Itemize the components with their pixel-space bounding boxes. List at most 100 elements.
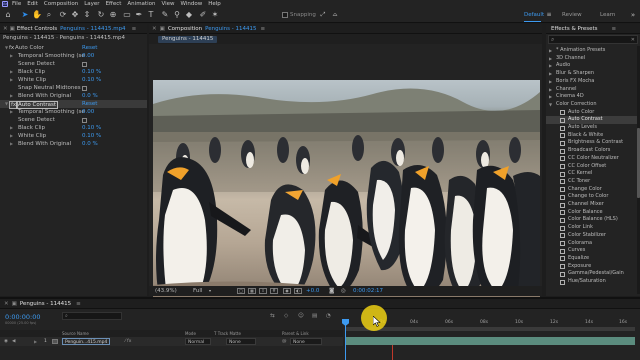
- shy-layers-icon[interactable]: ☺: [298, 313, 304, 319]
- scene-detect-checkbox[interactable]: [82, 61, 87, 67]
- motion-blur-icon[interactable]: ◔: [326, 313, 331, 319]
- expand-arrow-icon[interactable]: ▶: [10, 52, 13, 60]
- effect-item[interactable]: Auto Levels: [546, 124, 640, 132]
- property-value[interactable]: 0.00: [82, 108, 94, 116]
- layer-track-matte-dropdown[interactable]: None: [226, 338, 256, 345]
- effect-item[interactable]: Change Color: [546, 186, 640, 194]
- effect-item[interactable]: Auto Contrast: [546, 116, 640, 124]
- region-of-interest-icon[interactable]: ▢: [237, 288, 245, 294]
- snapping-checkbox[interactable]: [282, 12, 288, 18]
- property-value[interactable]: 0.10 %: [82, 76, 101, 84]
- chevron-right-icon[interactable]: ▶: [549, 93, 552, 101]
- effect-item[interactable]: Broadcast Colors: [546, 147, 640, 155]
- chevron-right-icon[interactable]: ▶: [549, 62, 552, 70]
- expand-arrow-icon[interactable]: ▶: [10, 140, 13, 148]
- effect-category[interactable]: ▶ Blur & Sharpen: [546, 70, 640, 78]
- effect-item[interactable]: CC Color Offset: [546, 163, 640, 171]
- panel-menu-icon[interactable]: ≡: [612, 26, 617, 32]
- chevron-right-icon[interactable]: ▶: [549, 55, 552, 63]
- snapshot-icon[interactable]: ◙: [329, 288, 334, 294]
- expand-arrow-icon[interactable]: ▶: [34, 337, 37, 346]
- snap-neutral-checkbox[interactable]: [82, 85, 87, 91]
- workspace-learn[interactable]: Learn: [600, 12, 615, 18]
- effect-item[interactable]: CC Kernel: [546, 170, 640, 178]
- layer-parent-dropdown[interactable]: None: [290, 338, 322, 345]
- frame-blending-icon[interactable]: ▤: [312, 313, 317, 319]
- property-value[interactable]: 0.10 %: [82, 132, 101, 140]
- effect-item[interactable]: Exposure: [546, 263, 640, 271]
- rectangle-tool-icon[interactable]: ▭: [122, 10, 132, 20]
- roto-brush-icon[interactable]: ✐: [198, 10, 208, 20]
- menu-composition[interactable]: Composition: [44, 1, 78, 7]
- show-snapshot-icon[interactable]: ◎: [341, 288, 346, 294]
- visibility-eye-icon[interactable]: ◉: [4, 337, 8, 346]
- layer-mode-dropdown[interactable]: Normal: [185, 338, 211, 345]
- chevron-right-icon[interactable]: ▶: [549, 70, 552, 78]
- effect-item[interactable]: Black & White: [546, 132, 640, 140]
- snap-options-icon[interactable]: ⤢: [318, 10, 328, 20]
- color-management-icon[interactable]: ◐: [294, 288, 302, 294]
- column-parent-link[interactable]: Parent & Link: [282, 330, 309, 337]
- menu-view[interactable]: View: [161, 1, 174, 7]
- panel-menu-icon[interactable]: ≡: [261, 26, 266, 32]
- effect-item[interactable]: CC Toner: [546, 178, 640, 186]
- menu-effect[interactable]: Effect: [106, 1, 122, 7]
- expand-arrow-icon[interactable]: ▶: [10, 108, 13, 116]
- workspace-menu-icon[interactable]: ≡: [544, 10, 554, 20]
- property-value[interactable]: 0.10 %: [82, 68, 101, 76]
- effect-item[interactable]: Gamma/Pedestal/Gain: [546, 270, 640, 278]
- effect-item[interactable]: Curves: [546, 247, 640, 255]
- property-value[interactable]: 0.00: [82, 52, 94, 60]
- pen-tool-icon[interactable]: ✒: [134, 10, 144, 20]
- property-value[interactable]: 0.0 %: [82, 140, 98, 148]
- fx-icon[interactable]: fx: [9, 44, 14, 52]
- exposure-value[interactable]: +0.0: [306, 288, 319, 294]
- timeline-tab[interactable]: ✕ ▣ Penguins - 114415 ≡: [0, 299, 640, 309]
- effect-category[interactable]: ▶ Audio: [546, 62, 640, 70]
- eraser-tool-icon[interactable]: ◆: [184, 10, 194, 20]
- magnification-dropdown[interactable]: (43.9%): [155, 288, 177, 294]
- layer-name[interactable]: Penguin...415.mp4: [62, 338, 111, 345]
- effect-auto-color[interactable]: ▼ fx Auto Color Reset: [0, 44, 147, 52]
- effect-item[interactable]: Channel Mixer: [546, 201, 640, 209]
- effect-controls-tab[interactable]: ✕ ▣ Effect Controls Penguins - 114415.mp…: [0, 24, 147, 34]
- guides-icon[interactable]: #: [270, 288, 278, 294]
- comp-flowchart-icon[interactable]: ⇆: [270, 313, 275, 319]
- pick-whip-icon[interactable]: @: [282, 337, 287, 346]
- menu-file[interactable]: File: [12, 1, 21, 7]
- expand-arrow-icon[interactable]: ▶: [10, 124, 13, 132]
- property-value[interactable]: 0.10 %: [82, 124, 101, 132]
- effect-item[interactable]: CC Color Neutralizer: [546, 155, 640, 163]
- resolution-dropdown[interactable]: Full: [193, 288, 202, 294]
- clear-search-icon[interactable]: ✕: [631, 36, 635, 44]
- column-mode[interactable]: Mode: [185, 330, 196, 337]
- menu-layer[interactable]: Layer: [84, 1, 99, 7]
- menu-help[interactable]: Help: [208, 1, 221, 7]
- close-icon[interactable]: ✕: [4, 301, 9, 307]
- expand-arrow-icon[interactable]: ▶: [10, 68, 13, 76]
- layer-duration-bar[interactable]: [345, 337, 635, 345]
- effect-auto-contrast[interactable]: ▼ fx Auto Contrast Reset: [0, 100, 147, 109]
- chevron-right-icon[interactable]: ▶: [549, 78, 552, 86]
- effect-item[interactable]: Change to Color: [546, 193, 640, 201]
- brush-tool-icon[interactable]: ✎: [160, 10, 170, 20]
- current-timecode[interactable]: 0:00:02:17: [353, 288, 383, 294]
- effects-search-field[interactable]: ⌕ ✕: [548, 35, 638, 44]
- transparency-grid-icon[interactable]: ▦: [248, 288, 256, 294]
- effect-item[interactable]: Color Balance: [546, 209, 640, 217]
- effect-item[interactable]: Colorama: [546, 240, 640, 248]
- chevron-down-icon[interactable]: ▼: [549, 101, 552, 109]
- expand-arrow-icon[interactable]: ▼: [5, 100, 8, 108]
- hand-tool-icon[interactable]: ✋: [32, 10, 42, 20]
- channel-icon[interactable]: ◉: [283, 288, 291, 294]
- orbit-camera-icon[interactable]: ⟳: [58, 10, 68, 20]
- effect-category[interactable]: ▶ * Animation Presets: [546, 47, 640, 55]
- workspace-review[interactable]: Review: [562, 12, 582, 18]
- effect-category[interactable]: ▶ 3D Channel: [546, 55, 640, 63]
- current-time-indicator-line[interactable]: [345, 324, 346, 360]
- effect-item[interactable]: Hue/Saturation: [546, 278, 640, 286]
- dolly-camera-icon[interactable]: ⇕: [82, 10, 92, 20]
- timeline-search-field[interactable]: ⌕: [62, 312, 122, 320]
- scene-detect-checkbox[interactable]: [82, 117, 87, 123]
- menu-animation[interactable]: Animation: [127, 1, 155, 7]
